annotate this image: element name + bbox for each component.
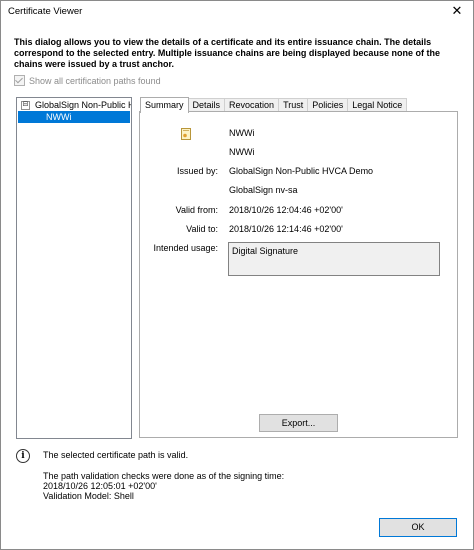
valid-from-label: Valid from: — [175, 205, 218, 215]
valid-from-value: 2018/10/26 12:04:46 +02'00' — [229, 205, 343, 215]
checkbox-checked-icon[interactable] — [14, 75, 25, 86]
issuer-org: GlobalSign nv-sa — [229, 185, 298, 195]
status-checks-text: The path validation checks were done as … — [43, 471, 285, 481]
tab-strip: Summary Details Revocation Trust Policie… — [140, 97, 408, 113]
certificate-icon — [181, 128, 191, 140]
info-icon: i — [16, 449, 30, 463]
intended-usage-label: Intended usage: — [153, 243, 218, 253]
show-all-paths-label: Show all certification paths found — [29, 75, 161, 86]
show-all-paths-checkbox[interactable]: Show all certification paths found — [14, 75, 161, 86]
certificate-chain-tree[interactable]: ⊟ GlobalSign Non-Public H NWWi — [16, 97, 132, 439]
issued-by-label: Issued by: — [176, 166, 218, 176]
collapse-icon[interactable]: ⊟ — [21, 100, 30, 110]
intended-usage-box: Digital Signature — [228, 242, 440, 276]
valid-to-value: 2018/10/26 12:14:46 +02'00' — [229, 224, 343, 234]
title-bar: Certificate Viewer ✕ — [1, 1, 473, 21]
tab-revocation[interactable]: Revocation — [224, 98, 280, 112]
close-icon[interactable]: ✕ — [449, 3, 465, 19]
tree-item-selected-label: NWWi — [46, 112, 72, 122]
tree-item-root-label: GlobalSign Non-Public H — [35, 100, 132, 110]
issuer-name: GlobalSign Non-Public HVCA Demo — [229, 166, 374, 176]
status-valid-text: The selected certificate path is valid. — [43, 450, 189, 460]
valid-to-label: Valid to: — [186, 224, 218, 234]
dialog-description: This dialog allows you to view the detai… — [14, 37, 440, 69]
tab-summary[interactable]: Summary — [140, 97, 189, 113]
subject-org: NWWi — [229, 147, 255, 157]
status-validation-model: Validation Model: Shell — [43, 491, 134, 501]
ok-button[interactable]: OK — [379, 518, 457, 537]
window-title: Certificate Viewer — [8, 6, 83, 17]
intended-usage-value: Digital Signature — [232, 246, 299, 256]
tab-legal-notice[interactable]: Legal Notice — [347, 98, 408, 112]
subject-name: NWWi — [229, 128, 255, 138]
tree-item-root[interactable]: ⊟ GlobalSign Non-Public H — [21, 100, 132, 110]
tree-item-selected[interactable]: NWWi — [18, 111, 130, 123]
tab-details[interactable]: Details — [187, 98, 226, 112]
status-signing-time: 2018/10/26 12:05:01 +02'00' — [43, 481, 157, 491]
tab-trust[interactable]: Trust — [278, 98, 309, 112]
tab-policies[interactable]: Policies — [307, 98, 349, 112]
export-button[interactable]: Export... — [259, 414, 338, 432]
